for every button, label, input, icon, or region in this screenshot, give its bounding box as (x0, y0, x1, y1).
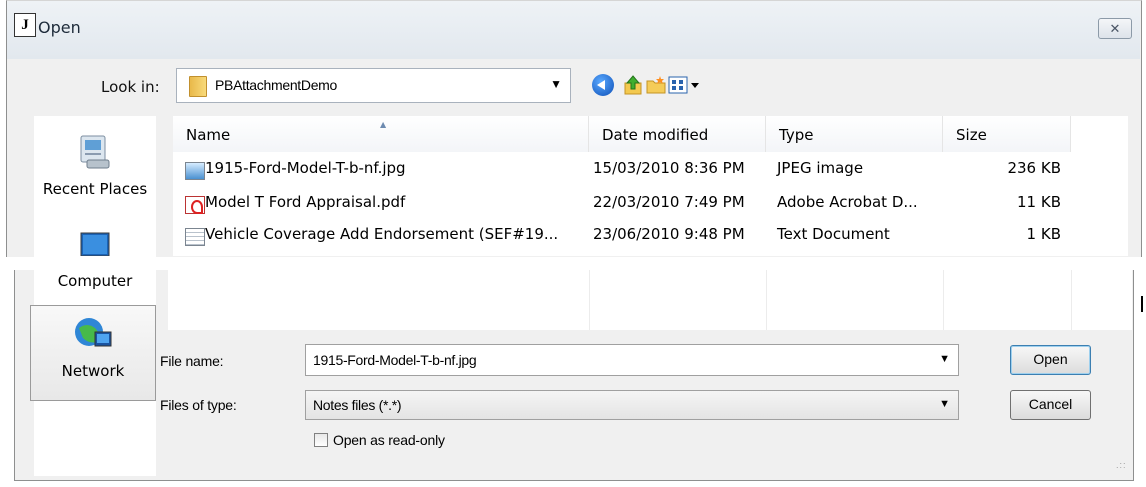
file-name: Vehicle Coverage Add Endorsement (SEF#19… (205, 225, 559, 243)
file-size: 1 KB (1026, 225, 1061, 243)
file-name: 1915-Ford-Model-T-b-nf.jpg (205, 159, 406, 177)
lookin-value: PBAttachmentDemo (215, 77, 338, 93)
column-header-label: Name (186, 126, 231, 144)
column-divider (766, 270, 767, 330)
place-label: Network (61, 362, 125, 380)
readonly-checkbox[interactable] (314, 433, 328, 447)
window-edge (1141, 296, 1143, 312)
place-computer[interactable]: Computer (34, 272, 156, 290)
title-bar (7, 1, 1140, 59)
file-type: JPEG image (777, 159, 864, 177)
filename-label: File name: (160, 353, 224, 369)
place-recent-places[interactable]: Recent Places (34, 130, 156, 198)
file-list-empty-area[interactable] (168, 270, 1132, 330)
column-header-type[interactable]: Type (766, 116, 943, 152)
filename-input[interactable]: 1915-Ford-Model-T-b-nf.jpg ▼ (305, 344, 959, 376)
cancel-button[interactable]: Cancel (1010, 390, 1091, 420)
file-date: 23/06/2010 9:48 PM (593, 225, 745, 243)
file-size: 236 KB (1007, 159, 1061, 177)
place-label: Computer (57, 272, 133, 290)
chevron-down-icon[interactable]: ▼ (939, 353, 950, 365)
computer-icon-top (34, 228, 156, 256)
file-type: Adobe Acrobat D... (777, 193, 918, 211)
resize-grip-icon[interactable]: .:: (1116, 460, 1127, 470)
table-row[interactable]: 1915-Ford-Model-T-b-nf.jpg 15/03/2010 8:… (173, 159, 1073, 183)
table-row[interactable]: Model T Ford Appraisal.pdf 22/03/2010 7:… (173, 193, 1073, 217)
filetype-label: Files of type: (160, 397, 237, 413)
computer-icon (80, 232, 110, 256)
column-header-date[interactable]: Date modified (589, 116, 766, 152)
recent-places-icon (80, 135, 110, 169)
column-divider (943, 270, 944, 330)
file-list[interactable]: Name ▲ Date modified Type Size 1915-Ford… (173, 116, 1128, 256)
chevron-down-icon[interactable]: ▼ (939, 398, 950, 410)
column-header-label: Type (779, 126, 814, 144)
table-row[interactable]: Vehicle Coverage Add Endorsement (SEF#19… (173, 225, 1073, 249)
new-folder-icon[interactable] (645, 74, 667, 96)
readonly-label[interactable]: Open as read-only (333, 432, 445, 448)
file-type: Text Document (777, 225, 890, 243)
filename-value: 1915-Ford-Model-T-b-nf.jpg (313, 352, 477, 368)
lookin-label: Look in: (101, 78, 160, 96)
column-header-label: Date modified (602, 126, 709, 144)
place-network[interactable]: Network (30, 305, 156, 401)
close-button[interactable]: ✕ (1098, 18, 1132, 39)
network-icon (75, 318, 112, 347)
open-button[interactable]: Open (1010, 345, 1091, 375)
file-date: 22/03/2010 7:49 PM (593, 193, 745, 211)
window-title: Open (38, 18, 81, 37)
up-folder-icon[interactable] (622, 74, 644, 96)
column-header-name[interactable]: Name ▲ (173, 116, 589, 152)
jpg-file-icon (185, 162, 205, 180)
filetype-dropdown[interactable]: Notes files (*.*) ▼ (305, 390, 959, 420)
app-icon: J (14, 13, 36, 37)
place-label: Recent Places (42, 180, 148, 198)
column-header-size[interactable]: Size (943, 116, 1071, 152)
column-header-label: Size (956, 126, 987, 144)
file-name: Model T Ford Appraisal.pdf (205, 193, 406, 211)
pdf-file-icon (185, 196, 205, 214)
back-arrow-icon[interactable] (592, 74, 614, 96)
lookin-dropdown[interactable]: PBAttachmentDemo ▼ (176, 68, 571, 103)
text-file-icon (185, 228, 205, 246)
chevron-down-icon[interactable]: ▼ (550, 77, 562, 91)
folder-icon (189, 76, 207, 97)
column-divider (589, 270, 590, 330)
views-menu-icon[interactable] (668, 74, 702, 96)
sort-arrow-icon: ▲ (380, 120, 387, 129)
file-size: 11 KB (1017, 193, 1061, 211)
filetype-value: Notes files (*.*) (313, 397, 402, 413)
column-divider (1071, 270, 1072, 330)
file-date: 15/03/2010 8:36 PM (593, 159, 745, 177)
